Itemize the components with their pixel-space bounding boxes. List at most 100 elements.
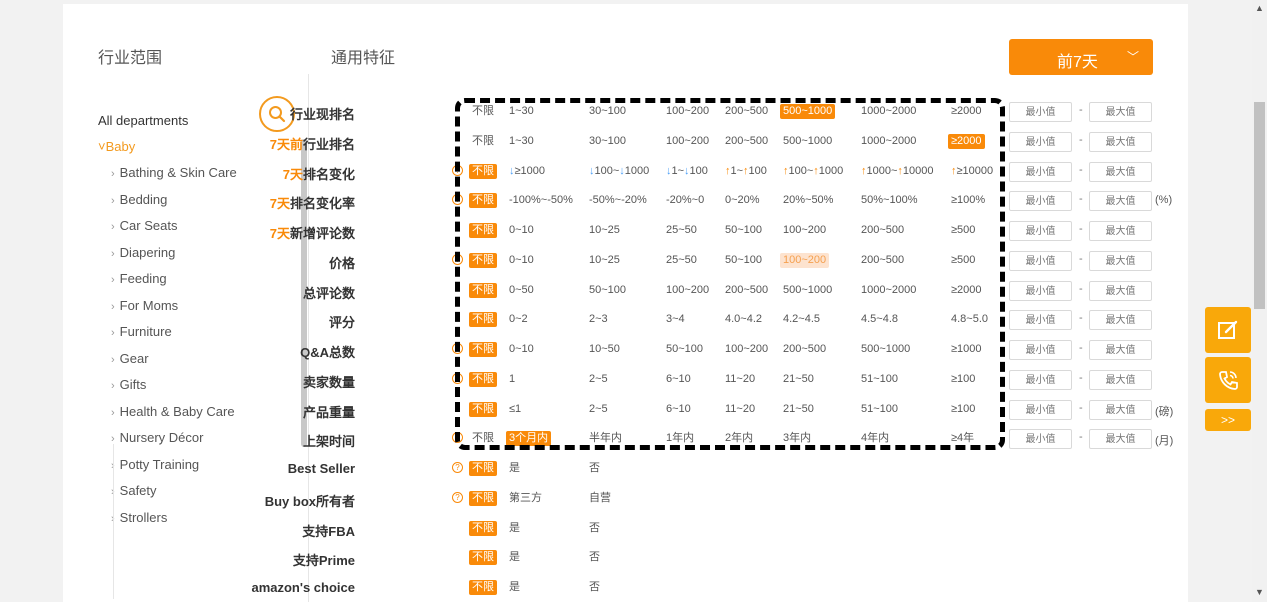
filter-option[interactable]: 1000~2000 (858, 104, 919, 119)
filter-option[interactable]: ↑100~↑1000 (780, 164, 846, 179)
filter-option[interactable]: 500~1000 (858, 342, 913, 357)
range-max-input[interactable] (1089, 370, 1152, 390)
range-min-input[interactable] (1009, 400, 1072, 420)
filter-option[interactable]: 100~200 (722, 342, 771, 357)
period-dropdown[interactable]: 前7天 ﹀ (1009, 39, 1153, 75)
filter-option[interactable]: 2年内 (722, 431, 756, 446)
filter-option[interactable]: 200~500 (858, 253, 907, 268)
filter-option[interactable]: 4年内 (858, 431, 892, 446)
filter-option-unlimited[interactable]: 不限 (469, 193, 497, 208)
filter-option-unlimited[interactable]: 不限 (469, 431, 497, 446)
filter-option[interactable]: ≥2000 (948, 134, 985, 149)
filter-option[interactable]: ≥2000 (948, 104, 985, 119)
help-icon[interactable]: ? (452, 165, 463, 176)
filter-option[interactable]: 100~200 (663, 134, 712, 149)
filter-option[interactable]: 1~30 (506, 134, 537, 149)
filter-option[interactable]: 0~20% (722, 193, 763, 208)
expand-toolbar-button[interactable]: >> (1205, 409, 1251, 431)
filter-option[interactable]: ↓≥1000 (506, 164, 548, 179)
filter-option[interactable]: 4.0~4.2 (722, 312, 765, 327)
filter-option[interactable]: 3年内 (780, 431, 814, 446)
filter-option[interactable]: 0~10 (506, 223, 537, 238)
filter-option[interactable]: 200~500 (722, 134, 771, 149)
filter-option[interactable]: 20%~50% (780, 193, 836, 208)
filter-option-unlimited[interactable]: 不限 (469, 223, 497, 238)
range-min-input[interactable] (1009, 132, 1072, 152)
filter-option[interactable]: 6~10 (663, 402, 694, 417)
filter-option[interactable]: 10~25 (586, 223, 623, 238)
filter-option[interactable]: 1 (506, 372, 518, 387)
filter-option[interactable]: 0~10 (506, 253, 537, 268)
page-scrollbar[interactable]: ▲ ▼ (1252, 0, 1267, 602)
filter-option[interactable]: 10~50 (586, 342, 623, 357)
filter-option[interactable]: 0~10 (506, 342, 537, 357)
filter-option[interactable]: 51~100 (858, 372, 901, 387)
range-min-input[interactable] (1009, 370, 1072, 390)
filter-option-unlimited[interactable]: 不限 (469, 580, 497, 595)
filter-option[interactable]: ≤1 (506, 402, 524, 417)
filter-option[interactable]: 4.2~4.5 (780, 312, 823, 327)
range-min-input[interactable] (1009, 340, 1072, 360)
filter-option[interactable]: 否 (586, 580, 603, 595)
filter-option[interactable]: 200~500 (858, 223, 907, 238)
help-icon[interactable]: ? (452, 462, 463, 473)
filter-option[interactable]: 100~200 (663, 104, 712, 119)
filter-option[interactable]: 否 (586, 521, 603, 536)
filter-option[interactable]: 是 (506, 521, 523, 536)
filter-option[interactable]: ↑≥10000 (948, 164, 996, 179)
filter-option[interactable]: 是 (506, 461, 523, 476)
filter-option[interactable]: 是 (506, 550, 523, 565)
range-max-input[interactable] (1089, 281, 1152, 301)
filter-option-unlimited[interactable]: 不限 (469, 283, 497, 298)
help-icon[interactable]: ? (452, 373, 463, 384)
scrollbar-thumb[interactable] (1254, 102, 1265, 309)
filter-option[interactable]: 500~1000 (780, 134, 835, 149)
filter-option[interactable]: 50~100 (663, 342, 706, 357)
filter-option[interactable]: ↓1~↓100 (663, 164, 711, 179)
range-max-input[interactable] (1089, 102, 1152, 122)
filter-option[interactable]: 21~50 (780, 402, 817, 417)
filter-option[interactable]: 50~100 (586, 283, 629, 298)
filter-option[interactable]: 否 (586, 461, 603, 476)
filter-option[interactable]: 25~50 (663, 253, 700, 268)
filter-option[interactable]: ≥2000 (948, 283, 985, 298)
contact-button[interactable] (1205, 357, 1251, 403)
filter-option[interactable]: 6~10 (663, 372, 694, 387)
filter-option[interactable]: ≥1000 (948, 342, 985, 357)
filter-option[interactable]: ≥100% (948, 193, 988, 208)
range-max-input[interactable] (1089, 310, 1152, 330)
filter-option[interactable]: 50%~100% (858, 193, 921, 208)
scroll-up-icon[interactable]: ▲ (1255, 3, 1264, 13)
filter-option[interactable]: 3~4 (663, 312, 688, 327)
filter-option[interactable]: -20%~0 (663, 193, 707, 208)
filter-option[interactable]: 100~200 (780, 253, 830, 268)
range-min-input[interactable] (1009, 191, 1072, 211)
filter-option[interactable]: 自营 (586, 491, 614, 506)
filter-option[interactable]: 0~50 (506, 283, 537, 298)
filter-option[interactable]: 200~500 (780, 342, 829, 357)
filter-option[interactable]: ≥100 (948, 372, 978, 387)
filter-option[interactable]: 30~100 (586, 134, 629, 149)
filter-option[interactable]: 第三方 (506, 491, 545, 506)
filter-option[interactable]: 200~500 (722, 283, 771, 298)
filter-option[interactable]: 11~20 (722, 402, 758, 417)
filter-option[interactable]: 4.8~5.0 (948, 312, 991, 327)
range-min-input[interactable] (1009, 310, 1072, 330)
filter-option[interactable]: 200~500 (722, 104, 771, 119)
filter-option[interactable]: 51~100 (858, 402, 901, 417)
filter-option[interactable]: 1年内 (663, 431, 697, 446)
range-max-input[interactable] (1089, 162, 1152, 182)
filter-option[interactable]: 半年内 (586, 431, 625, 446)
filter-option[interactable]: 30~100 (586, 104, 629, 119)
filter-option-unlimited[interactable]: 不限 (469, 521, 497, 536)
filter-option[interactable]: ≥4年 (948, 431, 977, 446)
filter-option-unlimited[interactable]: 不限 (469, 402, 497, 417)
filter-option-unlimited[interactable]: 不限 (469, 134, 497, 149)
range-min-input[interactable] (1009, 221, 1072, 241)
help-icon[interactable]: ? (452, 254, 463, 265)
help-icon[interactable]: ? (452, 432, 463, 443)
filter-option[interactable]: -50%~-20% (586, 193, 650, 208)
range-max-input[interactable] (1089, 251, 1152, 271)
filter-option[interactable]: ≥500 (948, 253, 978, 268)
scroll-down-icon[interactable]: ▼ (1255, 587, 1264, 597)
